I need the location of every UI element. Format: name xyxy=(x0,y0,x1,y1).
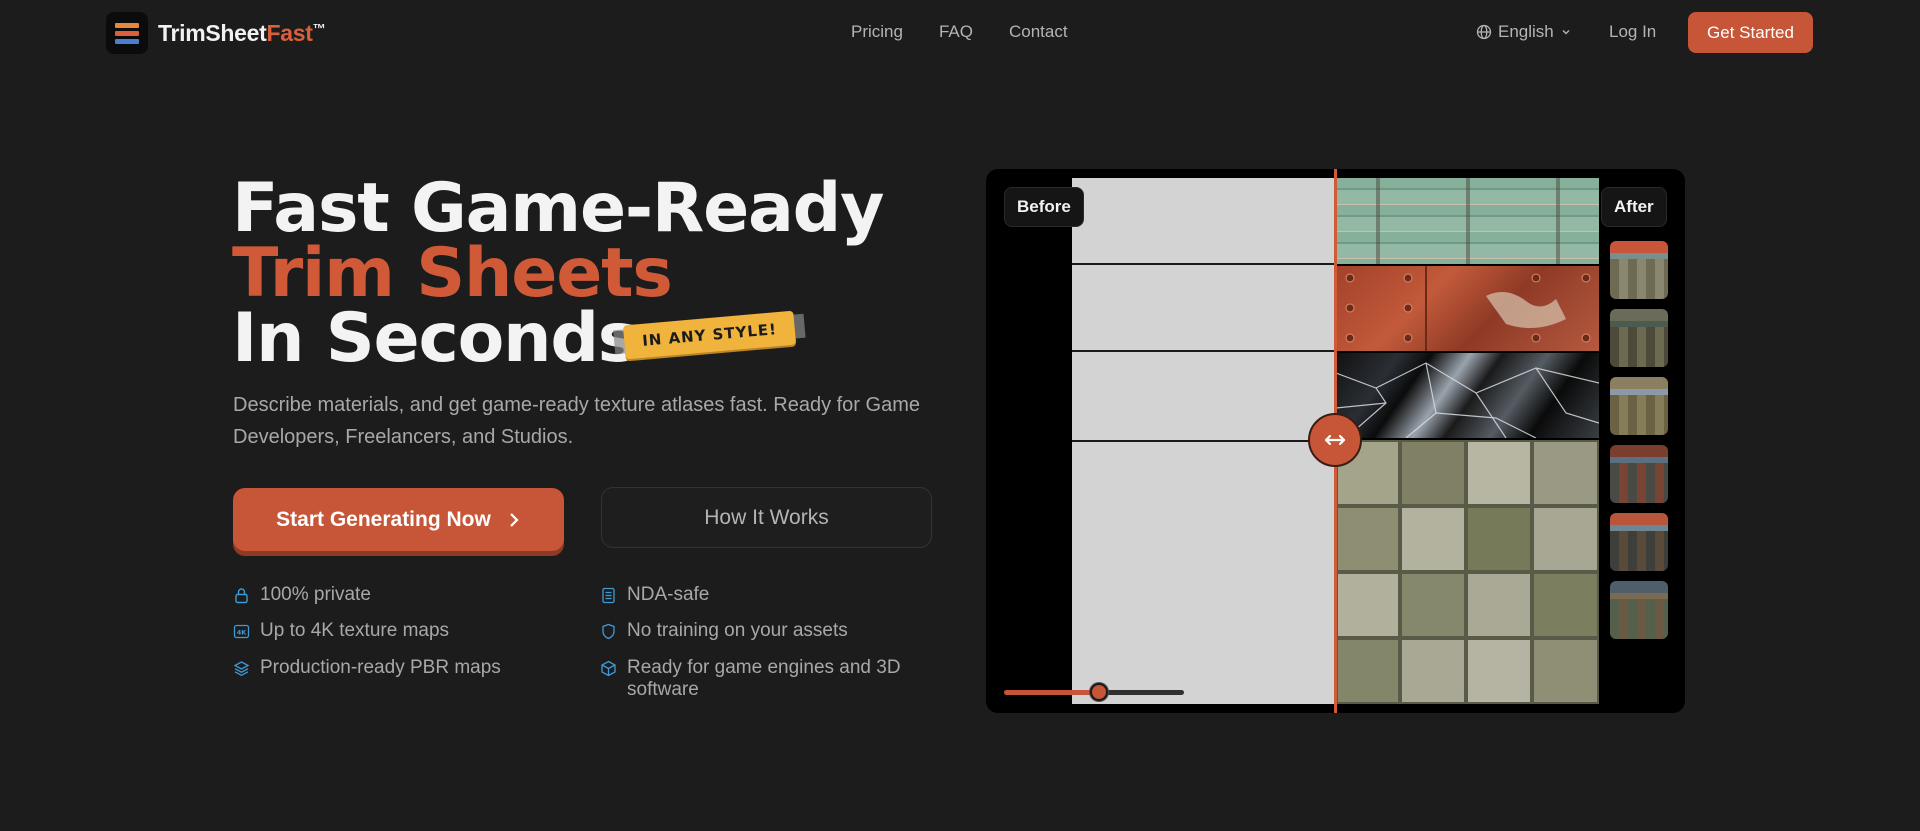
arrows-horizontal-icon xyxy=(1324,434,1346,446)
feature-nda: NDA-safe xyxy=(600,584,709,606)
feature-label: NDA-safe xyxy=(627,584,710,605)
after-label: After xyxy=(1601,187,1667,227)
before-label: Before xyxy=(1004,187,1084,227)
feature-label: 100% private xyxy=(260,584,371,605)
chevron-down-icon xyxy=(1562,30,1570,35)
style-thumbnail[interactable] xyxy=(1610,309,1668,367)
document-icon xyxy=(602,587,615,604)
chevron-right-icon xyxy=(510,512,519,527)
style-thumbnail[interactable] xyxy=(1610,241,1668,299)
feature-private: 100% private xyxy=(233,584,371,606)
nav-link-faq[interactable]: FAQ xyxy=(939,22,973,42)
logo-text: TrimSheetFast™ xyxy=(158,19,326,46)
before-image xyxy=(1072,178,1335,704)
feature-label: Ready for game engines and 3D software xyxy=(627,657,901,700)
comparison-handle[interactable] xyxy=(1308,413,1362,467)
feature-no-training: No training on your assets xyxy=(600,620,848,642)
style-thumbnail[interactable] xyxy=(1610,377,1668,435)
start-generating-label: Start Generating Now xyxy=(276,507,491,531)
feature-label: Production-ready PBR maps xyxy=(260,657,501,678)
hero-title-line2: Trim Sheets xyxy=(232,234,673,313)
feature-4k: 4K Up to 4K texture maps xyxy=(233,620,449,642)
feature-pbr: Production-ready PBR maps xyxy=(233,657,501,679)
logo[interactable]: TrimSheetFast™ xyxy=(106,12,326,54)
globe-icon xyxy=(1476,24,1492,40)
zoom-slider[interactable] xyxy=(1004,683,1184,701)
nav-link-pricing[interactable]: Pricing xyxy=(851,22,903,42)
hero-subtitle: Describe materials, and get game-ready t… xyxy=(233,394,920,448)
shield-icon xyxy=(602,623,615,640)
texture-rusted-metal xyxy=(1336,266,1599,351)
layers-icon xyxy=(233,661,250,677)
top-nav: TrimSheetFast™ Pricing FAQ Contact Engli… xyxy=(0,0,1920,66)
feature-label: No training on your assets xyxy=(627,620,848,641)
texture-painted-wood xyxy=(1336,178,1599,264)
feature-label: Up to 4K texture maps xyxy=(260,620,450,641)
style-thumbnail[interactable] xyxy=(1610,445,1668,503)
svg-text:4K: 4K xyxy=(237,629,248,637)
style-thumbnail[interactable] xyxy=(1610,581,1668,639)
nav-links: Pricing FAQ Contact xyxy=(851,22,1068,42)
logo-mark-icon xyxy=(106,12,148,54)
texture-mossy-stone-tiles xyxy=(1336,440,1599,704)
4k-icon: 4K xyxy=(233,624,250,639)
after-image xyxy=(1336,178,1599,704)
language-selector[interactable]: English xyxy=(1476,22,1572,42)
how-it-works-button[interactable]: How It Works xyxy=(601,487,932,548)
style-thumbnail[interactable] xyxy=(1610,513,1668,571)
get-started-button[interactable]: Get Started xyxy=(1688,12,1813,53)
lock-icon xyxy=(235,588,248,604)
nav-link-contact[interactable]: Contact xyxy=(1009,22,1068,42)
slider-fill xyxy=(1004,690,1100,695)
feature-engines: Ready for game engines and 3D software xyxy=(600,657,920,701)
cube-icon xyxy=(601,660,616,677)
start-generating-button[interactable]: Start Generating Now xyxy=(233,488,564,551)
language-label: English xyxy=(1498,22,1554,41)
texture-broken-glass xyxy=(1336,353,1599,438)
login-link[interactable]: Log In xyxy=(1609,22,1656,42)
before-after-preview: Before After xyxy=(986,169,1685,713)
hero-title-line1: Fast Game-Ready xyxy=(232,169,884,248)
